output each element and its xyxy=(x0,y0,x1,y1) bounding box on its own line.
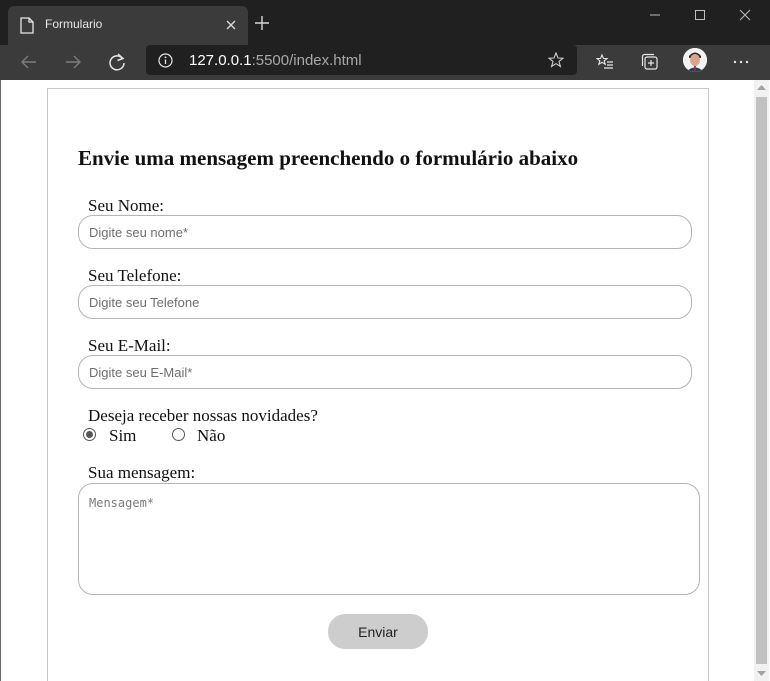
email-input[interactable] xyxy=(78,355,692,389)
browser-tab[interactable]: Formulario xyxy=(8,6,248,45)
vertical-scrollbar[interactable] xyxy=(754,80,769,681)
arrow-right-icon[interactable] xyxy=(64,53,82,71)
maximize-icon[interactable] xyxy=(693,8,707,22)
name-label: Seu Nome: xyxy=(88,196,165,215)
address-path: :5500/index.html xyxy=(251,52,362,69)
scroll-up-icon[interactable] xyxy=(757,84,766,91)
window-close-icon[interactable] xyxy=(738,8,752,22)
address-bar[interactable]: 127.0.0.1:5500/index.html xyxy=(146,45,577,75)
radio-no-label: Não xyxy=(197,426,226,445)
arrow-left-icon[interactable] xyxy=(20,53,38,71)
collections-icon[interactable] xyxy=(641,53,659,71)
submit-button[interactable]: Enviar xyxy=(328,614,428,649)
more-icon[interactable] xyxy=(732,53,750,71)
favorites-icon[interactable] xyxy=(596,53,614,71)
newsletter-label: Deseja receber nossas novidades? xyxy=(88,406,318,425)
name-input[interactable] xyxy=(78,215,692,249)
radio-no[interactable] xyxy=(172,428,185,441)
form-heading: Envie uma mensagem preenchendo o formulá… xyxy=(78,146,579,170)
contact-form: Envie uma mensagem preenchendo o formulá… xyxy=(47,88,709,681)
info-icon[interactable] xyxy=(158,53,173,68)
browser-tab-strip: Formulario xyxy=(0,0,770,45)
avatar-icon xyxy=(683,48,707,72)
star-icon[interactable] xyxy=(548,52,564,68)
close-icon[interactable] xyxy=(224,18,238,32)
phone-input[interactable] xyxy=(78,285,692,319)
message-textarea[interactable] xyxy=(78,483,700,595)
plus-icon[interactable] xyxy=(254,15,270,31)
page-icon xyxy=(20,17,34,34)
email-label: Seu E-Mail: xyxy=(88,336,171,355)
address-host: 127.0.0.1 xyxy=(189,52,252,69)
browser-toolbar: 127.0.0.1:5500/index.html xyxy=(0,45,770,80)
minimize-icon[interactable] xyxy=(648,8,662,22)
radio-yes-label: Sim xyxy=(109,426,137,445)
tab-title: Formulario xyxy=(45,17,103,31)
reload-icon[interactable] xyxy=(108,53,126,71)
scroll-down-icon[interactable] xyxy=(757,670,766,677)
scrollbar-thumb[interactable] xyxy=(756,97,767,664)
page-viewport: Envie uma mensagem preenchendo o formulá… xyxy=(0,80,770,681)
radio-yes[interactable] xyxy=(83,428,96,441)
message-label: Sua mensagem: xyxy=(88,463,196,482)
address-url: 127.0.0.1:5500/index.html xyxy=(189,52,362,69)
profile-avatar[interactable] xyxy=(683,48,707,72)
phone-label: Seu Telefone: xyxy=(88,266,182,285)
